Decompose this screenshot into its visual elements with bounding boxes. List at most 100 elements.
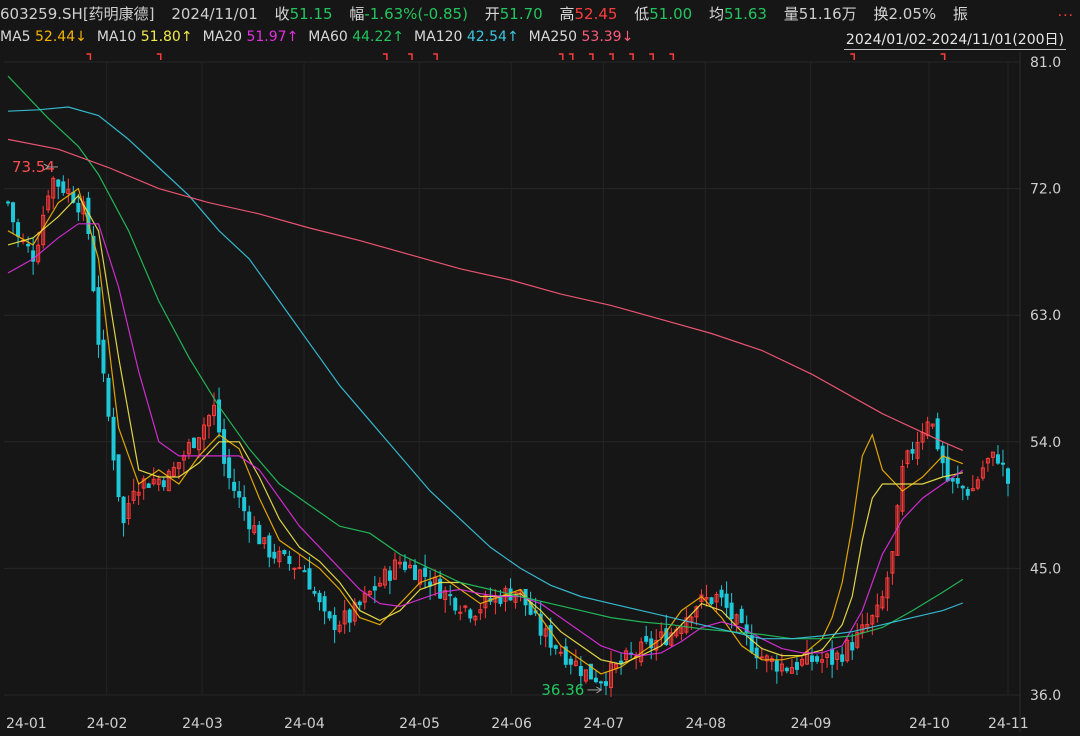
candle-body: [553, 645, 558, 649]
y-tick-label: 63.0: [1030, 308, 1061, 324]
event-marker: [558, 53, 564, 60]
ma-legend-value: 51.97↑: [246, 29, 299, 45]
x-tick-label: 24-04: [284, 716, 325, 732]
low-annotation: 36.36: [541, 681, 584, 699]
candle-body: [61, 181, 66, 193]
candle-body: [995, 454, 1000, 464]
ma-legend-ma20[interactable]: MA20 51.97↑: [203, 29, 299, 45]
candle-body: [242, 497, 247, 512]
candle-body: [322, 596, 327, 612]
change-percent: 幅-1.63%(-0.85): [349, 5, 468, 23]
candle-body: [548, 625, 553, 648]
ma-legend-value: 53.39↓: [581, 29, 634, 45]
candle-body: [312, 591, 317, 594]
candle-body: [237, 491, 242, 498]
avg-price: 均51.63: [708, 5, 767, 23]
open-price: 开51.70: [484, 5, 543, 23]
candle-body: [302, 570, 307, 573]
candle-body: [111, 416, 116, 461]
ma-legend-label: MA250: [528, 29, 582, 45]
event-marker: [850, 53, 855, 60]
candle-body: [227, 457, 232, 479]
x-tick-label: 24-01: [6, 716, 47, 732]
stock-symbol[interactable]: 603259.SH[药明康德]: [0, 3, 155, 24]
candle-body: [603, 681, 608, 686]
candle-body: [955, 478, 960, 484]
candle-body: [317, 592, 322, 603]
y-tick-label: 72.0: [1030, 182, 1061, 198]
event-marker: [382, 53, 388, 60]
candle-body: [222, 429, 227, 464]
candle-body: [784, 667, 789, 672]
ma-legend-label: MA5: [0, 29, 36, 45]
candle-body: [830, 648, 835, 665]
candle-body: [815, 656, 820, 662]
high-price: 高52.45: [559, 5, 618, 23]
candle-body: [11, 202, 16, 223]
candle-body: [448, 594, 453, 597]
candle-body: [578, 666, 583, 677]
event-marker: [609, 53, 614, 60]
event-marker: [408, 53, 413, 60]
ma-legend-ma250[interactable]: MA250 53.39↓: [529, 29, 634, 45]
candle-body: [121, 496, 126, 524]
ma-legend-ma60[interactable]: MA60 44.22↑: [308, 29, 404, 45]
candle-body: [960, 485, 965, 489]
candle-body: [332, 614, 337, 631]
candle-body: [568, 658, 573, 665]
ma-legend-value: 42.54↑: [466, 29, 519, 45]
ma-legend-ma10[interactable]: MA10 51.80↑: [97, 29, 193, 45]
more-menu-icon[interactable]: ...: [1058, 4, 1074, 20]
close-price: 收51.15: [274, 5, 333, 23]
candle-body: [423, 567, 428, 577]
candle-body: [935, 418, 940, 450]
candle-body: [1000, 462, 1005, 465]
candle-body: [106, 377, 111, 417]
candle-body: [76, 202, 81, 213]
event-marker: [433, 53, 438, 60]
ma-legend-value: 51.80↑: [140, 29, 193, 45]
candle-body: [26, 243, 31, 247]
ma-legend-ma120[interactable]: MA120 42.54↑: [414, 29, 519, 45]
ma-line-ma120: [7, 106, 964, 640]
candle-body: [247, 511, 252, 530]
candle-body: [191, 437, 196, 449]
volume: 量51.16万: [783, 5, 857, 23]
x-tick-label: 24-08: [685, 716, 726, 732]
candle-body: [101, 339, 106, 374]
ma-legend-label: MA120: [414, 29, 467, 45]
x-tick-label: 24-05: [399, 716, 440, 732]
candle-body: [357, 601, 362, 606]
x-tick-label: 24-03: [182, 716, 223, 732]
ma-legend-ma5[interactable]: MA5 52.44↓: [0, 29, 87, 45]
candle-body: [96, 287, 101, 345]
candle-body: [297, 567, 302, 570]
candle-body: [413, 564, 418, 581]
candlestick-chart[interactable]: 81.0 72.0 63.0 54.0 45.0 36.0 24-01 24-02 24-03 2…: [0, 52, 1080, 732]
candle-body: [327, 611, 332, 619]
candle-body: [840, 654, 845, 662]
x-tick-label: 24-06: [491, 716, 532, 732]
event-marker: [649, 53, 654, 60]
x-tick-label: 24-10: [909, 716, 950, 732]
candle-body: [468, 609, 473, 619]
ma-legend-label: MA10: [96, 29, 141, 45]
turnover: 换2.05%: [873, 5, 937, 23]
candle-body: [945, 456, 950, 482]
event-marker: [86, 53, 92, 60]
y-tick-label: 36.0: [1030, 688, 1061, 704]
candle-body: [146, 483, 151, 488]
candle-body: [6, 201, 10, 204]
date-range-selector[interactable]: 2024/01/02-2024/11/01(200日): [843, 29, 1066, 50]
candle-body: [402, 561, 407, 570]
event-marker: [568, 53, 574, 60]
x-tick-label: 24-09: [791, 716, 832, 732]
chart-svg: 81.0 72.0 63.0 54.0 45.0 36.0 24-01 24-02 24-03 2…: [4, 52, 1061, 732]
candle-body: [850, 642, 855, 651]
event-marker: [669, 53, 675, 60]
candle-body: [16, 222, 21, 237]
candle-body: [453, 597, 458, 611]
y-tick-label: 81.0: [1030, 55, 1061, 71]
candle-body: [387, 570, 392, 581]
candle-body: [739, 608, 744, 623]
